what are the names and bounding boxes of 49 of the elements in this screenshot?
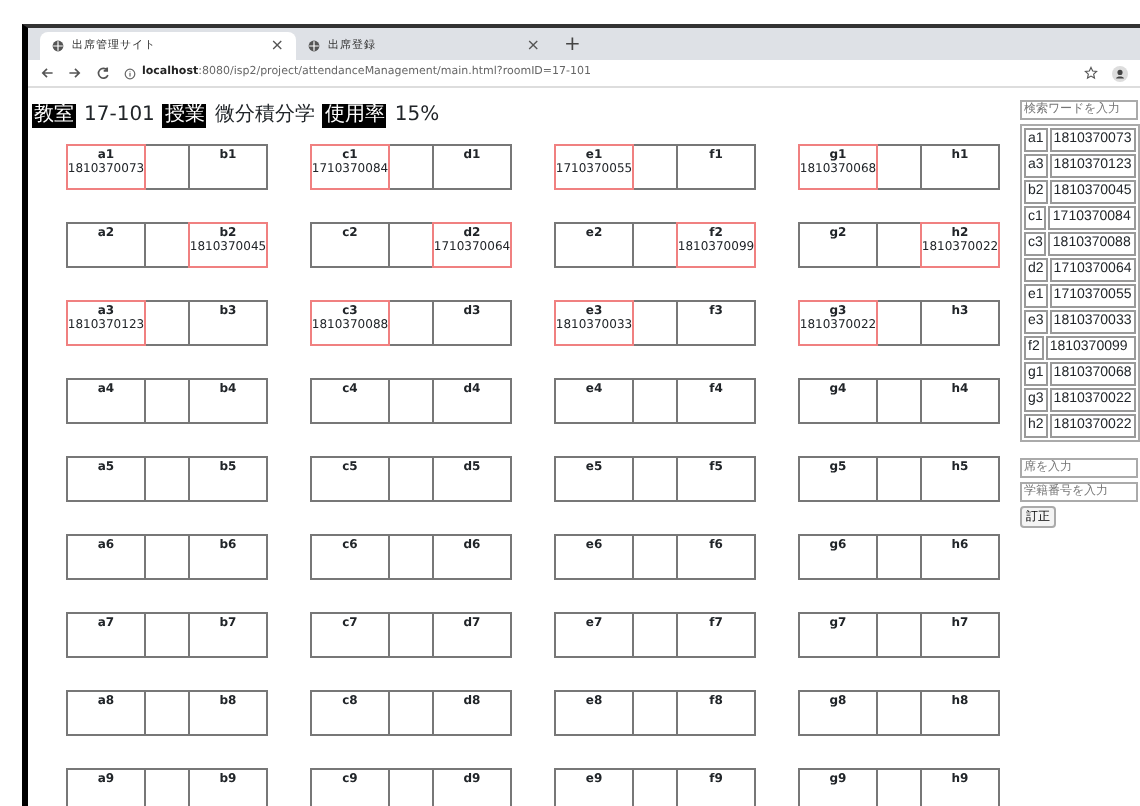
desk-divider (878, 222, 920, 268)
desk-divider (878, 534, 920, 580)
desk-divider (146, 144, 188, 190)
new-tab-button[interactable]: + (552, 32, 593, 60)
star-icon[interactable] (1084, 66, 1098, 80)
desk-divider (146, 222, 188, 268)
desk-divider (390, 378, 432, 424)
desk-divider (146, 300, 188, 346)
globe-icon (308, 40, 320, 52)
info-value: 微分積分学 (214, 104, 315, 128)
desk-divider (634, 378, 676, 424)
desk-divider (146, 690, 188, 736)
info-value: 17-101 (84, 104, 155, 128)
tab-close-button[interactable]: × (526, 34, 540, 58)
desk-divider (878, 456, 920, 502)
desk-divider (878, 144, 920, 190)
info-label: 教室 (32, 104, 76, 128)
desk-divider (390, 690, 432, 736)
desk-divider (878, 690, 920, 736)
back-icon[interactable] (40, 66, 54, 80)
info-label: 授業 (162, 104, 207, 128)
desk-divider (146, 612, 188, 658)
desk-divider (634, 144, 676, 190)
desk-divider (390, 144, 432, 190)
info-label: 使用率 (322, 104, 387, 128)
desk-divider (634, 690, 676, 736)
desk-divider (878, 300, 920, 346)
forward-icon[interactable] (68, 66, 82, 80)
desk-divider (878, 378, 920, 424)
desk-divider (390, 456, 432, 502)
desk-divider (634, 456, 676, 502)
tab-close-button[interactable]: × (270, 34, 284, 58)
desk-divider (634, 222, 676, 268)
info-value: 15% (394, 104, 440, 128)
desk-divider (146, 456, 188, 502)
reload-icon[interactable] (96, 66, 110, 80)
info-icon[interactable] (124, 67, 136, 79)
desk-divider (390, 300, 432, 346)
profile-icon[interactable] (1112, 65, 1128, 81)
desk-divider (390, 612, 432, 658)
globe-icon (52, 40, 64, 52)
desk-divider (146, 534, 188, 580)
desk-divider (390, 222, 432, 268)
desk-divider (634, 612, 676, 658)
desk-divider (878, 612, 920, 658)
desk-divider (146, 378, 188, 424)
desk-divider (390, 534, 432, 580)
desk-divider (634, 534, 676, 580)
desk-divider (634, 300, 676, 346)
